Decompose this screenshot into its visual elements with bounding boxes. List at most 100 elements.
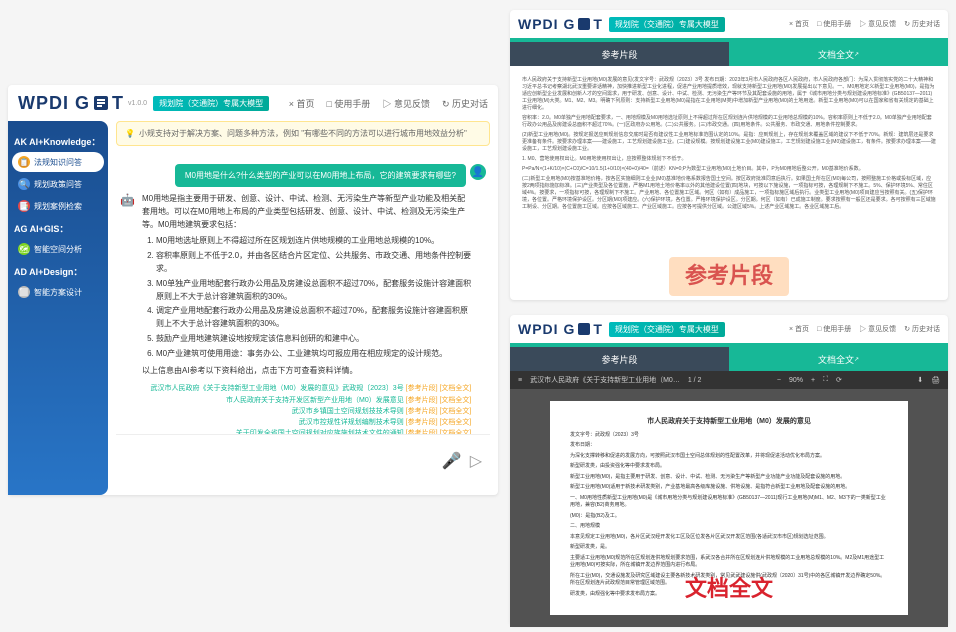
tabs-tr: 参考片段 文档全文↗ (510, 42, 948, 66)
ai-content: M0用地是指主要用于研发、创意、设计、中试、检测、无污染生产等新型产业功能及相关… (142, 193, 471, 434)
pdf-paragraph: (M0)：是指(B2)及工。 (570, 513, 888, 521)
pdf-paragraph: 新型工业用地(M0)，是指主要用于研发、创意、设计、中试、检测、无污染生产等新型… (570, 474, 888, 482)
chat-area: M0用地是什么?什么类型的产业可以在M0用地上布局，它的建筑要求有哪些? 👤 🤖… (116, 154, 490, 434)
sidebar-item-label: 智能方案设计 (34, 287, 82, 298)
pdf-title: 武汉市人民政府《关于支持新型工业用地（M0… (530, 375, 680, 385)
tab-label: 参考片段 (601, 353, 637, 366)
sidebar-item-design[interactable]: ⬜ 智能方案设计 (12, 282, 104, 302)
tabs-br: 参考片段 文档全文↗ (510, 347, 948, 371)
reference-item[interactable]: 武汉市乡镇国土空间规划技技术导则 [参考片段] [文档全文] (142, 406, 471, 417)
doc-paragraph: (二)新型工业用地(M0)按基准地价格，按各区实施细则工业业(M0)基准地价格系… (522, 176, 936, 211)
reference-item[interactable]: 市人民政府关于支持开发区新型产业用地（M0）发展意见 [参考片段] [文档全文] (142, 395, 471, 406)
nav-home[interactable]: × 首页 (289, 97, 315, 110)
search-icon: 🔍 (18, 178, 30, 190)
pdf-viewport[interactable]: 市人民政府关于支持新型工业用地（M0）发展的意见 发文字号：武政规〔2023〕3… (510, 389, 948, 627)
user-avatar: 👤 (470, 164, 486, 180)
design-icon: ⬜ (18, 286, 30, 298)
ai-list-item: 鼓励产业用地建筑建设地按规定该信息料创研的和建中心。 (156, 333, 471, 346)
ai-list: M0用地选址原则上不得超过所在区规划连片供地规模的工业用地总规模的10%。容积率… (142, 235, 471, 360)
reference-item[interactable]: 武汉市人民政府《关于支持新型工业用地（M0）发展的意见》武政规〔2023〕3号 … (142, 383, 471, 394)
nav-history[interactable]: ↻ 历史对话 (904, 324, 940, 334)
nav-home[interactable]: × 首页 (789, 19, 809, 29)
main-content: 💡 小规支持对于解决方案、问题多种方法，例如 "有哪些不同的方法可以进行城市用地… (116, 121, 490, 487)
doc-paragraph: 容积率：2.0。M0单独产业用地配套要求，一、用地规模及M0用地选址原则上不得超… (522, 115, 936, 129)
external-icon: ↗ (854, 51, 859, 58)
reference-list: 武汉市人民政府《关于支持新型工业用地（M0）发展的意见》武政规〔2023〕3号 … (142, 383, 471, 434)
logo-badge: 规划院（交通院）专属大模型 (153, 96, 269, 111)
pdf-toolbar: ≡ 武汉市人民政府《关于支持新型工业用地（M0… 1 / 2 − 90% + ⛶… (510, 371, 948, 389)
nav-feedback[interactable]: ▷ 意见反馈 (382, 97, 430, 110)
tab-fulldoc[interactable]: 文档全文↗ (729, 42, 948, 66)
ai-message: 🤖 M0用地是指主要用于研发、创意、设计、中试、检测、无污染生产等新型产业功能及… (120, 193, 486, 434)
pdf-paper: 市人民政府关于支持新型工业用地（M0）发展的意见 发文字号：武政规〔2023〕3… (550, 401, 908, 615)
sidebar-item-spatial[interactable]: 🗺 智能空间分析 (12, 239, 104, 259)
app-logo: WPDI G T v1.0.0 规划院（交通院）专属大模型 (18, 93, 269, 114)
user-bubble: M0用地是什么?什么类型的产业可以在M0用地上布局，它的建筑要求有哪些? (175, 164, 466, 187)
ai-list-item: 调定产业用地配套行政办公用品及房建设总面积不超过70%，配套服务设施计容建面积原… (156, 305, 471, 331)
doc-paragraph: 市人民政府关于支持新型工业用地(M0)发展的意见(发文字号：武政规〔2023〕3… (522, 77, 936, 112)
bulb-icon: 💡 (125, 129, 135, 138)
user-message: M0用地是什么?什么类型的产业可以在M0用地上布局，它的建筑要求有哪些? 👤 (120, 164, 486, 187)
pdf-subtitle: 发布日期： (570, 442, 888, 450)
sidebar-item-policy-qa[interactable]: 🔍 规划政策问答 (12, 174, 104, 194)
logo-version: v1.0.0 (128, 100, 147, 107)
rotate-icon[interactable]: ⟳ (836, 376, 842, 384)
logo-text-1: WPDI G (518, 16, 575, 32)
logo-icon (577, 17, 591, 31)
pdf-page-indicator: 1 / 2 (688, 377, 702, 384)
reference-fragment-panel: WPDI G T 规划院（交通院）专属大模型 × 首页 □ 使用手册 ▷ 意见反… (510, 10, 948, 300)
voice-icon[interactable]: 🎤 (442, 451, 462, 471)
nav-manual[interactable]: □ 使用手册 (817, 324, 851, 334)
sidebar-cat-ad: AD AI+Design： (14, 265, 102, 278)
nav-history[interactable]: ↻ 历史对话 (904, 19, 940, 29)
nav-manual[interactable]: □ 使用手册 (817, 19, 851, 29)
tab-label: 文档全文 (818, 48, 854, 61)
app-header-br: WPDI G T 规划院（交通院）专属大模型 × 首页 □ 使用手册 ▷ 意见反… (510, 315, 948, 343)
download-icon[interactable]: ⬇ (917, 376, 923, 384)
tab-reference[interactable]: 参考片段 (510, 42, 729, 66)
input-area: 🎤 ▷ (116, 434, 490, 487)
ai-list-item: M0产业建筑可使用用途：事务办公、工业建筑均可报应用在相应规定的设计规范。 (156, 348, 471, 361)
pdf-paragraph: 本意见规定工业用地(M0)，各片区武汉经开发化工区及区位发各片区武汉开发区范围(… (570, 534, 888, 542)
doc-paragraph: 1. M0、营地使用权出让。M0用地使用权出让，应按照整体规划下不低于。 (522, 156, 936, 163)
zoom-in-icon[interactable]: + (811, 377, 815, 384)
ai-intro: M0用地是指主要用于研发、创意、设计、中试、检测、无污染生产等新型产业功能及相关… (142, 193, 471, 231)
logo-text-2: T (112, 93, 124, 114)
files-icon: 📑 (18, 200, 30, 212)
app-logo: WPDI G T 规划院（交通院）专属大模型 (518, 321, 725, 337)
tab-reference[interactable]: 参考片段 (510, 347, 729, 371)
print-icon[interactable]: 🖨 (931, 376, 940, 384)
reference-item[interactable]: 武汉市控规性详规划编制技术导则 [参考片段] [文档全文] (142, 417, 471, 428)
tab-label: 文档全文 (818, 353, 854, 366)
callout-reference: 参考片段 (669, 257, 789, 296)
sidebar-cat-ag: AG AI+GIS： (14, 222, 102, 235)
nav-history[interactable]: ↻ 历史对话 (442, 97, 488, 110)
callout-fulldoc: 文档全文 (669, 568, 789, 609)
pdf-doc-title: 市人民政府关于支持新型工业用地（M0）发展的意见 (570, 417, 888, 428)
input-toolbar: 🎤 ▷ (442, 451, 482, 471)
pdf-paragraph: 新型研发类，由投资强化等中要求发布局。 (570, 463, 888, 471)
sidebar-item-label: 规划案例检索 (34, 201, 82, 212)
menu-icon[interactable]: ≡ (518, 377, 522, 384)
zoom-out-icon[interactable]: − (777, 377, 781, 384)
ai-avatar: 🤖 (120, 193, 136, 209)
app-header-tr: WPDI G T 规划院（交通院）专属大模型 × 首页 □ 使用手册 ▷ 意见反… (510, 10, 948, 38)
nav-feedback[interactable]: ▷ 意见反馈 (859, 324, 896, 334)
tab-fulldoc[interactable]: 文档全文↗ (729, 347, 948, 371)
chat-input[interactable] (124, 443, 442, 479)
top-nav: × 首页 □ 使用手册 ▷ 意见反馈 ↻ 历史对话 (289, 97, 488, 110)
top-nav: × 首页 □ 使用手册 ▷ 意见反馈 ↻ 历史对话 (789, 324, 940, 334)
sidebar-item-case-search[interactable]: 📑 规划案例检索 (12, 196, 104, 216)
pdf-paragraph: 为深化支撑转移和促进的发展方向，可按照武汉市国土空间总体规划的性配置改革，并将现… (570, 453, 888, 461)
nav-home[interactable]: × 首页 (789, 324, 809, 334)
sidebar-item-label: 智能空间分析 (34, 244, 82, 255)
nav-feedback[interactable]: ▷ 意见反馈 (859, 19, 896, 29)
hint-text: 小规支持对于解决方案、问题多种方法，例如 "有哪些不同的方法可以进行城市用地效益… (139, 128, 467, 139)
send-icon[interactable]: ▷ (470, 451, 482, 471)
nav-manual[interactable]: □ 使用手册 (327, 97, 371, 110)
sidebar-item-law-qa[interactable]: 📋 法规知识问答 (12, 152, 104, 172)
fulldoc-panel: WPDI G T 规划院（交通院）专属大模型 × 首页 □ 使用手册 ▷ 意见反… (510, 315, 948, 625)
top-nav: × 首页 □ 使用手册 ▷ 意见反馈 ↻ 历史对话 (789, 19, 940, 29)
fit-icon[interactable]: ⛶ (823, 376, 828, 384)
logo-badge: 规划院（交通院）专属大模型 (609, 322, 725, 337)
